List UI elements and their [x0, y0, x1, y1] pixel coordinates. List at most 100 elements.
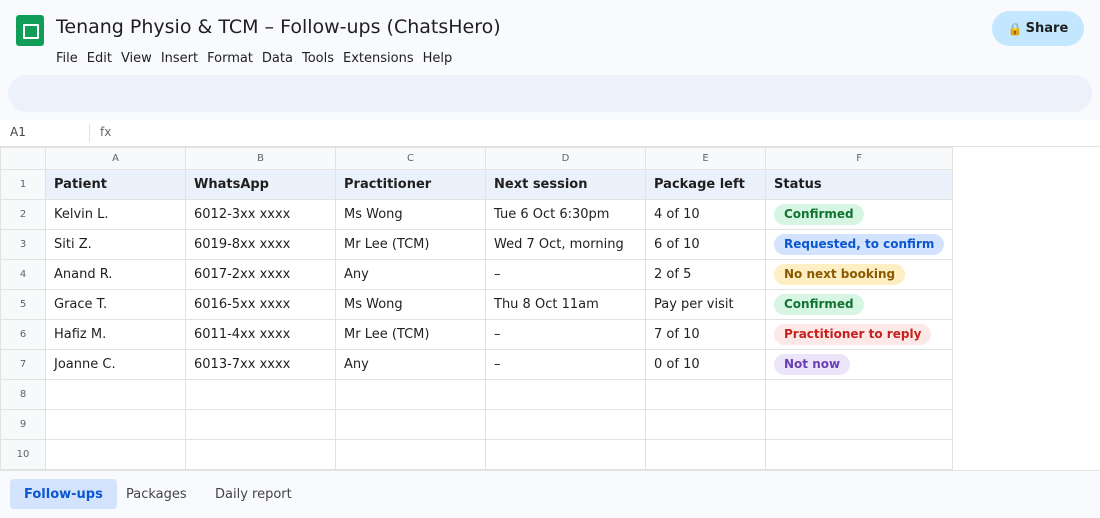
- cell-next-session[interactable]: –: [485, 349, 646, 380]
- menu-data[interactable]: Data: [262, 51, 293, 66]
- header-cell-whatsapp[interactable]: WhatsApp: [185, 169, 336, 200]
- cell-next-session[interactable]: Thu 8 Oct 11am: [485, 289, 646, 320]
- cell-whatsapp[interactable]: 6011-4xx xxxx: [185, 319, 336, 350]
- cell-status[interactable]: [764, 439, 954, 470]
- cell-package-left[interactable]: [645, 379, 766, 410]
- cell-status[interactable]: [764, 379, 954, 410]
- cell-status[interactable]: Confirmed: [764, 199, 954, 230]
- cell-practitioner[interactable]: Ms Wong: [335, 199, 486, 230]
- menu-view[interactable]: View: [121, 51, 152, 66]
- header-cell-status[interactable]: Status: [764, 169, 954, 200]
- cell-package-left[interactable]: 7 of 10: [645, 319, 766, 350]
- cell-practitioner[interactable]: [335, 379, 486, 410]
- row-header-6[interactable]: 6: [0, 319, 46, 350]
- cell-practitioner[interactable]: Mr Lee (TCM): [335, 229, 486, 260]
- cell-practitioner[interactable]: Any: [335, 259, 486, 290]
- cell-status[interactable]: No next booking: [764, 259, 954, 290]
- menu-file[interactable]: File: [56, 51, 78, 66]
- cell-practitioner[interactable]: Any: [335, 349, 486, 380]
- cell-whatsapp[interactable]: 6013-7xx xxxx: [185, 349, 336, 380]
- menu-tools[interactable]: Tools: [302, 51, 334, 66]
- column-header-c[interactable]: C: [335, 147, 486, 170]
- cell-patient[interactable]: Siti Z.: [45, 229, 186, 260]
- header-cell-patient[interactable]: Patient: [45, 169, 186, 200]
- row-header-2[interactable]: 2: [0, 199, 46, 230]
- name-box[interactable]: A1: [10, 125, 26, 139]
- tab-follow-ups[interactable]: Follow-ups: [10, 479, 117, 509]
- cell-status[interactable]: Not now: [764, 349, 954, 380]
- cell-package-left[interactable]: Pay per visit: [645, 289, 766, 320]
- row-header-8[interactable]: 8: [0, 379, 46, 410]
- cell-package-left[interactable]: [645, 409, 766, 440]
- cell-package-left[interactable]: 2 of 5: [645, 259, 766, 290]
- cell-whatsapp[interactable]: 6012-3xx xxxx: [185, 199, 336, 230]
- menu-format[interactable]: Format: [207, 51, 253, 66]
- row-header-5[interactable]: 5: [0, 289, 46, 320]
- cell-practitioner[interactable]: [335, 409, 486, 440]
- row-header-9[interactable]: 9: [0, 409, 46, 440]
- cell-status[interactable]: [764, 409, 954, 440]
- cell-patient[interactable]: [45, 439, 186, 470]
- grid-table: A B C D E F 1 Patient WhatsApp Practitio…: [0, 147, 954, 470]
- table-row: 8: [0, 379, 954, 410]
- cell-patient[interactable]: [45, 409, 186, 440]
- cell-patient[interactable]: Hafiz M.: [45, 319, 186, 350]
- menu-edit[interactable]: Edit: [87, 51, 112, 66]
- table-row: 4 Anand R. 6017-2xx xxxx Any –2 of 5 No next …: [0, 259, 954, 290]
- header-cell-package-left[interactable]: Package left: [645, 169, 766, 200]
- cell-status[interactable]: Practitioner to reply: [764, 319, 954, 350]
- cell-next-session[interactable]: [485, 409, 646, 440]
- menu-extensions[interactable]: Extensions: [343, 51, 414, 66]
- cell-next-session[interactable]: Wed 7 Oct, morning: [485, 229, 646, 260]
- cell-status[interactable]: Requested, to confirm: [764, 229, 954, 260]
- column-header-e[interactable]: E: [645, 147, 766, 170]
- status-badge: Practitioner to reply: [774, 324, 932, 345]
- header-cell-next-session[interactable]: Next session: [485, 169, 646, 200]
- share-label: Share: [1025, 21, 1069, 36]
- document-title[interactable]: Tenang Physio & TCM – Follow-ups (ChatsH…: [56, 16, 501, 38]
- cell-patient[interactable]: Anand R.: [45, 259, 186, 290]
- row-header-4[interactable]: 4: [0, 259, 46, 290]
- spreadsheet-app: Tenang Physio & TCM – Follow-ups (ChatsH…: [0, 0, 1100, 518]
- cell-package-left[interactable]: [645, 439, 766, 470]
- cell-practitioner[interactable]: Mr Lee (TCM): [335, 319, 486, 350]
- cell-whatsapp[interactable]: 6019-8xx xxxx: [185, 229, 336, 260]
- cell-next-session[interactable]: Tue 6 Oct 6:30pm: [485, 199, 646, 230]
- cell-next-session[interactable]: [485, 379, 646, 410]
- column-header-b[interactable]: B: [185, 147, 336, 170]
- column-header-a[interactable]: A: [45, 147, 186, 170]
- cell-patient[interactable]: Kelvin L.: [45, 199, 186, 230]
- cell-next-session[interactable]: –: [485, 259, 646, 290]
- cell-whatsapp[interactable]: 6016-5xx xxxx: [185, 289, 336, 320]
- cell-whatsapp[interactable]: [185, 409, 336, 440]
- row-header-1[interactable]: 1: [0, 169, 46, 200]
- cell-package-left[interactable]: 0 of 10: [645, 349, 766, 380]
- table-row: 2 Kelvin L. 6012-3xx xxxx Ms Wong Tue 6 Oct …: [0, 199, 954, 230]
- menu-insert[interactable]: Insert: [161, 51, 198, 66]
- cell-next-session[interactable]: –: [485, 319, 646, 350]
- cell-whatsapp[interactable]: [185, 379, 336, 410]
- cell-whatsapp[interactable]: 6017-2xx xxxx: [185, 259, 336, 290]
- cell-practitioner[interactable]: Ms Wong: [335, 289, 486, 320]
- header-cell-practitioner[interactable]: Practitioner: [335, 169, 486, 200]
- cell-patient[interactable]: Grace T.: [45, 289, 186, 320]
- cell-practitioner[interactable]: [335, 439, 486, 470]
- google-sheets-logo-icon[interactable]: [16, 15, 44, 46]
- column-header-f[interactable]: F: [764, 147, 954, 170]
- select-all-corner[interactable]: [0, 147, 46, 170]
- row-header-7[interactable]: 7: [0, 349, 46, 380]
- tab-packages[interactable]: Packages: [112, 479, 201, 509]
- row-header-10[interactable]: 10: [0, 439, 46, 470]
- cell-whatsapp[interactable]: [185, 439, 336, 470]
- cell-package-left[interactable]: 6 of 10: [645, 229, 766, 260]
- share-button[interactable]: 🔒 Share: [992, 11, 1084, 46]
- row-header-3[interactable]: 3: [0, 229, 46, 260]
- cell-patient[interactable]: Joanne C.: [45, 349, 186, 380]
- cell-status[interactable]: Confirmed: [764, 289, 954, 320]
- tab-daily-report[interactable]: Daily report: [201, 479, 306, 509]
- cell-patient[interactable]: [45, 379, 186, 410]
- cell-package-left[interactable]: 4 of 10: [645, 199, 766, 230]
- cell-next-session[interactable]: [485, 439, 646, 470]
- menu-help[interactable]: Help: [423, 51, 453, 66]
- column-header-d[interactable]: D: [485, 147, 646, 170]
